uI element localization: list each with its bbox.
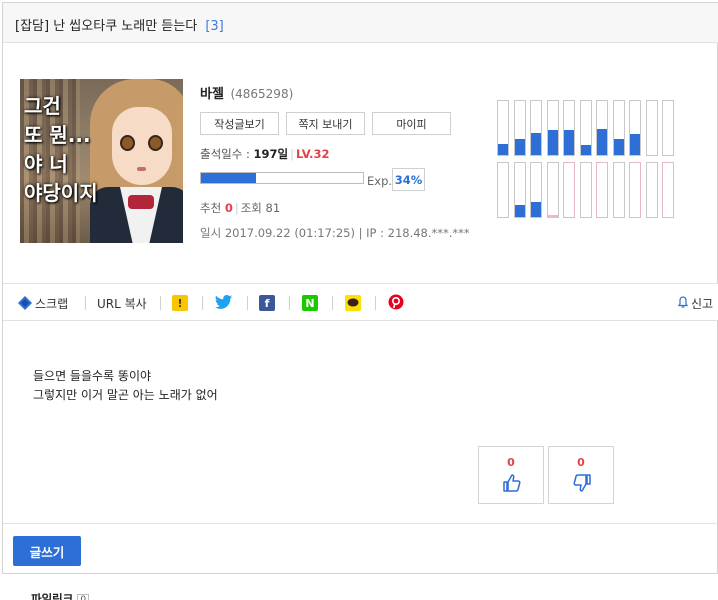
downvote-button[interactable]: 0 <box>548 446 614 504</box>
view-posts-button[interactable]: 작성글보기 <box>200 112 279 135</box>
file-link-section: 파일링크 0 <box>31 591 90 600</box>
scrap-label: 스크랩 <box>35 296 69 311</box>
pinterest-share[interactable] <box>388 294 404 312</box>
file-link-label: 파일링크 <box>31 592 74 600</box>
activity-bar-bottom <box>596 162 608 218</box>
avatar-caption: 그건 또 뭔... 야 너 야당이지 <box>24 93 98 206</box>
exp-percent: 34% <box>392 168 425 191</box>
exp-progress-bar <box>200 172 364 184</box>
activity-bar-fill <box>597 128 607 155</box>
post-date-ip: 일시 2017.09.22 (01:17:25) | IP : 218.48.*… <box>200 226 470 240</box>
footer-divider <box>3 523 718 524</box>
activity-bar-top <box>513 100 526 156</box>
content-line: 그렇지만 이거 말곤 아는 노래가 없어 <box>33 388 218 402</box>
url-copy-label: URL 복사 <box>97 296 147 311</box>
downvote-count: 0 <box>577 456 585 469</box>
activity-bar-bottom <box>662 162 674 218</box>
attendance-info: 출석일수 : 197일 | LV.32 <box>200 147 330 161</box>
user-avatar: 그건 또 뭔... 야 너 야당이지 <box>20 79 183 243</box>
content-line: 들으면 들을수록 똥이야 <box>33 369 152 383</box>
thumbs-up-icon <box>502 473 522 493</box>
kakaotalk-icon <box>345 295 361 311</box>
activity-bar-bottom <box>513 162 526 218</box>
thumbs-down-icon <box>572 473 592 493</box>
activity-bar-bottom <box>530 162 542 218</box>
mypi-button[interactable]: 마이피 <box>372 112 451 135</box>
naver-icon: N <box>302 295 318 311</box>
activity-bar-fill <box>613 139 624 155</box>
activity-bar-top <box>596 100 608 156</box>
activity-bar-top <box>546 100 559 156</box>
activity-bar-fill <box>498 143 508 155</box>
recommend-views: 추천 0 | 조회 81 <box>200 201 281 215</box>
naver-share[interactable]: N <box>302 294 318 312</box>
post-title[interactable]: [잡담] 난 씹오타쿠 노래만 듣는다 [3] <box>15 15 224 34</box>
activity-bar-bottom <box>612 162 625 218</box>
activity-bar-bottom <box>629 162 641 218</box>
post-content: 들으면 들을수록 똥이야 그렇지만 이거 말곤 아는 노래가 없어 <box>33 367 218 405</box>
nickname-text: 바젤 <box>200 87 224 102</box>
activity-bar-bottom <box>546 162 559 218</box>
report-label: 신고 <box>691 296 714 311</box>
avatar-caption-line: 또 뭔... <box>24 123 91 147</box>
twitter-icon <box>215 294 233 313</box>
activity-bar-fill <box>531 201 541 217</box>
file-link-count: 0 <box>77 593 90 600</box>
facebook-icon: f <box>259 295 275 311</box>
avatar-caption-line: 그건 <box>24 94 61 118</box>
scrap-icon <box>18 296 32 310</box>
activity-bar-fill <box>580 145 591 155</box>
view-count: 조회 81 <box>240 201 281 215</box>
user-id: (4865298) <box>230 87 294 101</box>
report-button[interactable]: 신고 <box>677 294 714 312</box>
recommend-label: 추천 <box>200 201 222 215</box>
exp-label: Exp. <box>367 174 393 188</box>
exp-progress-fill <box>201 173 257 183</box>
write-button[interactable]: 글쓰기 <box>13 536 81 566</box>
post-category: [잡담] <box>15 19 50 34</box>
scrap-button[interactable]: 스크랩 <box>18 294 68 312</box>
activity-bar-top <box>629 100 641 156</box>
avatar-caption-line: 야당이지 <box>24 181 98 205</box>
activity-bar-fill <box>630 133 640 155</box>
recommend-count: 0 <box>224 201 233 215</box>
url-copy-button[interactable]: URL 복사 <box>97 294 147 312</box>
activity-bar-top <box>563 100 575 156</box>
activity-bar-top <box>579 100 592 156</box>
attend-label: 출석일수 : <box>200 147 254 161</box>
facebook-share[interactable]: f <box>259 294 275 312</box>
activity-bar-bottom <box>579 162 592 218</box>
comment-count[interactable]: [3] <box>205 19 223 34</box>
activity-bar-top <box>612 100 625 156</box>
activity-bar-top <box>497 100 509 156</box>
upvote-button[interactable]: 0 <box>478 446 544 504</box>
post-title-text: 난 씹오타쿠 노래만 듣는다 <box>53 19 198 34</box>
kakaostory-icon: ! <box>172 295 188 311</box>
activity-bar-fill <box>547 215 558 217</box>
attend-days: 197일 <box>253 147 289 161</box>
activity-bar-fill <box>514 204 525 217</box>
kakaostory-share[interactable]: ! <box>172 294 188 312</box>
activity-bar-top <box>530 100 542 156</box>
kakaotalk-share[interactable] <box>345 294 361 312</box>
activity-bar-fill <box>547 129 558 155</box>
activity-bar-bottom <box>497 162 509 218</box>
twitter-share[interactable] <box>215 294 233 312</box>
activity-bar-bottom <box>645 162 658 218</box>
user-nickname[interactable]: 바젤 (4865298) <box>200 83 293 102</box>
activity-bar-bottom <box>563 162 575 218</box>
activity-bar-fill <box>514 139 525 155</box>
user-level: LV.32 <box>295 147 330 161</box>
activity-bar-fill <box>564 129 574 155</box>
upvote-count: 0 <box>507 456 515 469</box>
pinterest-icon <box>388 294 404 313</box>
share-bar: 스크랩 URL 복사 ! f N 신고 <box>3 283 718 321</box>
bell-icon <box>677 295 689 311</box>
send-message-button[interactable]: 쪽지 보내기 <box>286 112 365 135</box>
activity-bar-fill <box>531 132 541 155</box>
activity-bar-top <box>662 100 674 156</box>
post-title-bar: [잡담] 난 씹오타쿠 노래만 듣는다 [3] <box>3 3 718 43</box>
activity-bar-top <box>645 100 658 156</box>
avatar-caption-line: 야 너 <box>24 152 68 176</box>
